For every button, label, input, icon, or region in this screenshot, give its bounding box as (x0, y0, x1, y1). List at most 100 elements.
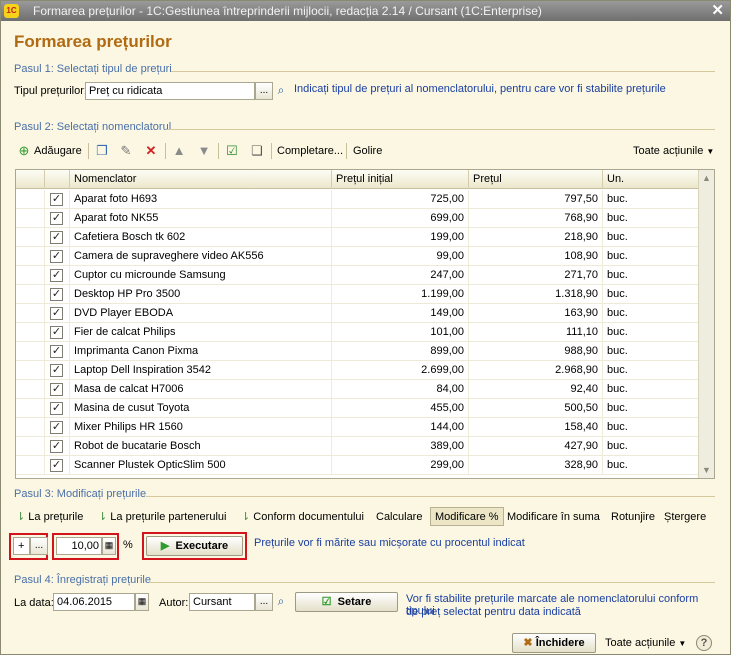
table-row[interactable]: ✓ Laptop Dell Inspiration 3542 2.699,00 2.9… (16, 361, 699, 380)
copy-row-icon[interactable]: ❐ (94, 143, 110, 159)
footer-all-actions-menu[interactable]: Toate acțiunile ▼ (605, 635, 686, 651)
clear-button[interactable]: Golire (353, 143, 382, 159)
check-cell (45, 285, 70, 304)
header-price[interactable]: Prețul (469, 170, 603, 189)
cell-nomenclator: Camera de supraveghere video AK556 (70, 247, 332, 266)
calendar-icon[interactable]: ▦ (135, 593, 149, 611)
cell-nomenclator: DVD Player EBODA (70, 304, 332, 323)
row-marker (16, 456, 45, 475)
tab-calculate[interactable]: Calculare (376, 508, 422, 527)
check-all-icon[interactable]: ☑ (224, 143, 240, 159)
date-field[interactable]: 04.06.2015 (53, 593, 135, 611)
check-cell (45, 342, 70, 361)
edit-icon[interactable]: ✎ (118, 143, 134, 159)
table-row[interactable]: ✓ Cafetiera Bosch tk 602 199,00 218,90 buc. (16, 228, 699, 247)
cell-unit: buc. (607, 421, 628, 433)
cell-price: 271,70 (469, 266, 603, 285)
table-row[interactable]: ✓ Masa de calcat H7006 84,00 92,40 buc. (16, 380, 699, 399)
app-logo-icon: 1C (4, 4, 19, 18)
toolbar-separator (346, 143, 347, 159)
uncheck-all-icon[interactable]: ❏ (249, 143, 265, 159)
scroll-down-icon[interactable]: ▼ (699, 462, 714, 478)
table-row[interactable]: ✓ Camera de supraveghere video AK556 99,00… (16, 247, 699, 266)
cell-price: 158,40 (469, 418, 603, 437)
toolbar-separator (88, 143, 89, 159)
table-row[interactable]: ✓ Cuptor cu microunde Samsung 247,00 271,70… (16, 266, 699, 285)
cell-nomenclator: Aparat foto NK55 (70, 209, 332, 228)
add-button[interactable]: Adăugare (34, 143, 82, 159)
close-icon[interactable]: ✕ (711, 1, 724, 21)
cell-unit: buc. (607, 231, 628, 243)
tab-rounding[interactable]: Rotunjire (611, 508, 655, 527)
table-row[interactable]: ✓ Desktop HP Pro 3500 1.199,00 1.318,90 buc. (16, 285, 699, 304)
row-marker (16, 361, 45, 380)
table-row[interactable]: ✓ Robot de bucatarie Bosch 389,00 427,90 buc… (16, 437, 699, 456)
execute-button[interactable]: ▶ Executare (146, 536, 243, 556)
date-label: La data: (14, 597, 54, 609)
table-row[interactable]: ✓ Fier de calcat Philips 101,00 111,10 buc. (16, 323, 699, 342)
sign-field[interactable]: + (13, 537, 30, 555)
help-icon[interactable]: ? (696, 635, 712, 651)
search-icon[interactable]: ⌕ (273, 82, 289, 100)
table-row[interactable]: ✓ Mixer Philips HR 1560 144,00 158,40 buc. (16, 418, 699, 437)
execute-label: Executare (175, 540, 229, 552)
table-row[interactable]: ✓ Imprimanta Canon Pixma 899,00 988,90 buc. (16, 342, 699, 361)
check-cell (45, 418, 70, 437)
table-scrollbar[interactable]: ▲ ▼ (698, 170, 714, 478)
header-initial-price[interactable]: Prețul inițial (332, 170, 469, 189)
cell-unit: buc. (607, 364, 628, 376)
header-nomenclator[interactable]: Nomenclator (70, 170, 332, 189)
cell-initial-price: 199,00 (332, 228, 469, 247)
cell-initial-price: 389,00 (332, 437, 469, 456)
set-button[interactable]: ☑ Setare (295, 592, 398, 612)
row-marker (16, 437, 45, 456)
tab-modify-percent[interactable]: Modificare % (430, 507, 504, 526)
cell-nomenclator: Imprimanta Canon Pixma (70, 342, 332, 361)
move-up-icon[interactable]: ▲ (171, 143, 187, 159)
cell-price: 427,90 (469, 437, 603, 456)
row-marker (16, 209, 45, 228)
author-select-button[interactable]: ... (255, 593, 273, 611)
fill-button[interactable]: Completare... (277, 143, 343, 159)
move-down-icon[interactable]: ▼ (196, 143, 212, 159)
calculator-icon[interactable]: ▦ (102, 537, 116, 555)
price-type-field[interactable]: Preț cu ridicata (85, 82, 255, 100)
row-marker (16, 380, 45, 399)
play-icon: ▶ (160, 540, 170, 552)
cell-unit: buc. (607, 440, 628, 452)
tab-prices[interactable]: ⇂ La prețurile (16, 508, 83, 527)
cell-initial-price: 149,00 (332, 304, 469, 323)
tab-delete[interactable]: Ștergere (664, 508, 706, 527)
search-icon[interactable]: ⌕ (273, 593, 289, 611)
tab-by-document[interactable]: ⇂ Conform documentului (241, 508, 364, 527)
author-field[interactable]: Cursant (189, 593, 255, 611)
cell-initial-price: 101,00 (332, 323, 469, 342)
scroll-up-icon[interactable]: ▲ (699, 170, 714, 186)
price-type-select-button[interactable]: ... (255, 82, 273, 100)
check-cell (45, 266, 70, 285)
header-unit[interactable]: Un. (603, 170, 699, 189)
table-row[interactable]: ✓ Aparat foto H693 725,00 797,50 buc. (16, 190, 699, 209)
all-actions-menu[interactable]: Toate acțiunile ▼ (633, 143, 714, 159)
add-icon[interactable]: ⊕ (16, 143, 32, 159)
table-row[interactable]: ✓ DVD Player EBODA 149,00 163,90 buc. (16, 304, 699, 323)
tab-partner-prices[interactable]: ⇂ La prețurile partenerului (98, 508, 226, 527)
check-cell (45, 361, 70, 380)
table-row[interactable]: ✓ Aparat foto NK55 699,00 768,90 buc. (16, 209, 699, 228)
cell-unit: buc. (607, 250, 628, 262)
tab-modify-sum[interactable]: Modificare în suma (507, 508, 600, 527)
delete-icon[interactable]: ✕ (143, 143, 159, 159)
cell-unit: buc. (607, 307, 628, 319)
percent-field[interactable]: 10,00 (56, 537, 102, 555)
cell-price: 111,10 (469, 323, 603, 342)
sign-select-button[interactable]: ... (30, 537, 48, 555)
window-title: Formarea prețurilor - 1C:Gestiunea între… (33, 4, 542, 18)
step2-title: Pasul 2: Selectați nomenclatorul (14, 121, 172, 133)
table-row[interactable]: ✓ Scanner Plustek OpticSlim 500 299,00 328,… (16, 456, 699, 475)
table-row[interactable]: ✓ Masina de cusut Toyota 455,00 500,50 buc. (16, 399, 699, 418)
cell-price: 768,90 (469, 209, 603, 228)
close-button[interactable]: ✖ Închidere (512, 633, 596, 653)
row-marker (16, 285, 45, 304)
cell-nomenclator: Robot de bucatarie Bosch (70, 437, 332, 456)
step4-title: Pasul 4: Înregistrați prețurile (14, 574, 151, 586)
